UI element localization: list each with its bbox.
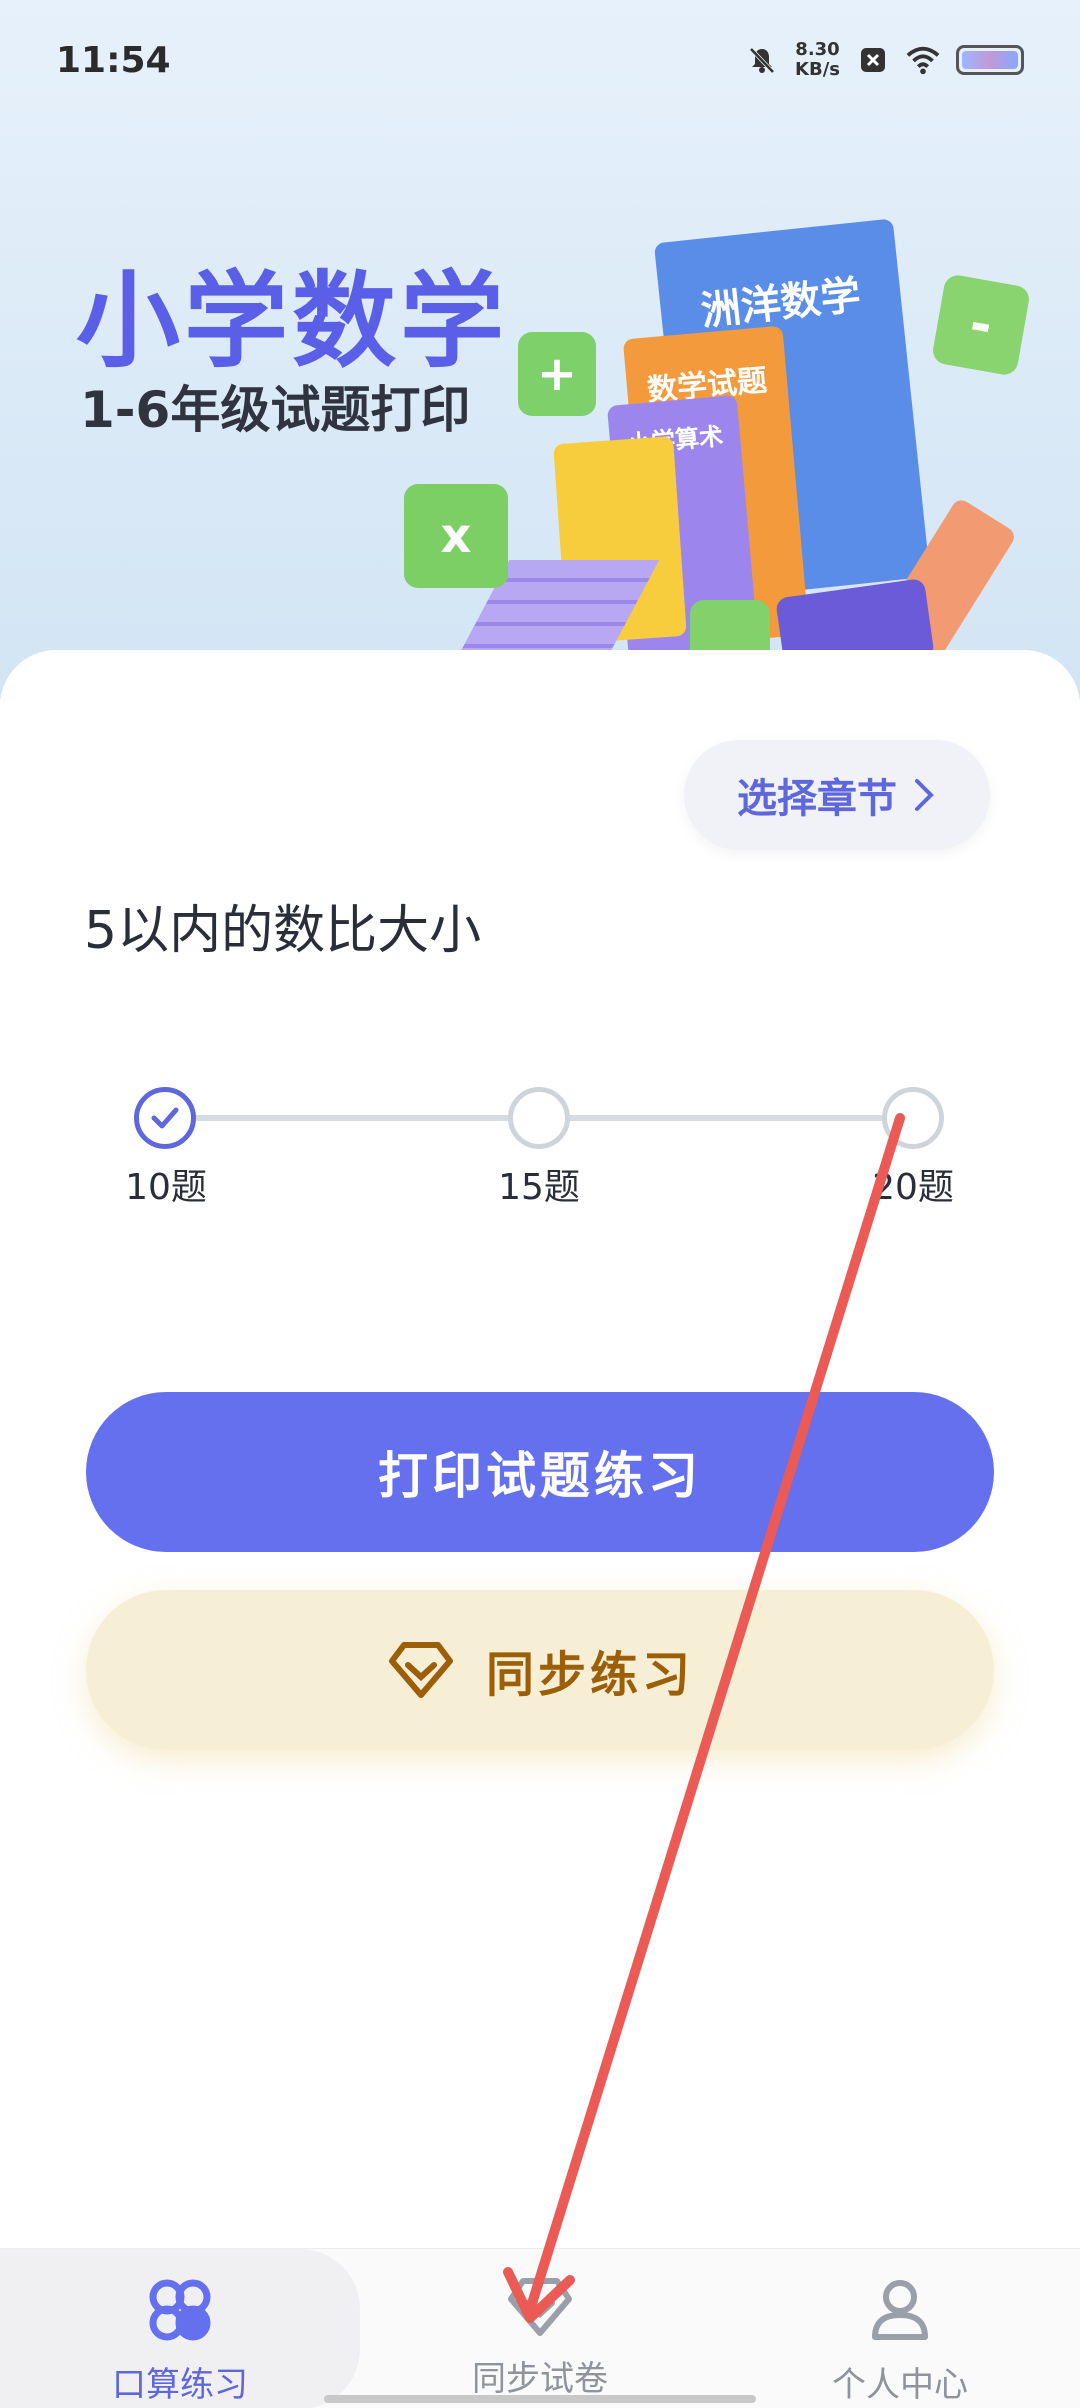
nav-label: 个人中心 <box>832 2365 968 2405</box>
minus-cube: - <box>930 273 1032 377</box>
plus-cube: + <box>518 332 596 416</box>
minus-symbol: - <box>965 293 997 357</box>
option-10-label[interactable]: 10题 <box>86 1158 246 1210</box>
nav-label: 同步试卷 <box>472 2359 608 2399</box>
print-practice-button[interactable]: 打印试题练习 <box>86 1392 994 1552</box>
banner-title: 小学数学 <box>76 260 509 382</box>
net-speed-unit: KB/s <box>795 59 840 80</box>
mute-bell-icon <box>745 43 779 77</box>
nav-item-sync-papers[interactable]: 同步试卷 <box>360 2249 720 2408</box>
option-15-radio[interactable] <box>508 1087 570 1149</box>
sync-practice-button[interactable]: 同步练习 <box>86 1590 994 1750</box>
banner-subtitle: 1-6年级试题打印 <box>80 381 471 439</box>
banner: 11:54 8.30 KB/s 小学数学 1-6年级试题打印 洲洋数学 数学试题 <box>0 0 1080 700</box>
topic-title: 5以内的数比大小 <box>84 901 482 961</box>
option-20-label[interactable]: 20题 <box>833 1158 993 1210</box>
select-chapter-button[interactable]: 选择章节 <box>684 740 990 850</box>
net-speed: 8.30 KB/s <box>795 40 840 80</box>
times-symbol: x <box>440 508 472 564</box>
battery-icon <box>956 45 1024 75</box>
sync-practice-label: 同步练习 <box>485 1647 694 1703</box>
option-15-label[interactable]: 15题 <box>459 1158 619 1210</box>
nav-item-profile[interactable]: 个人中心 <box>720 2249 1080 2408</box>
person-icon <box>872 2280 928 2340</box>
nav-item-oral-practice[interactable]: 口算练习 <box>0 2249 360 2408</box>
diamond-icon <box>388 1642 453 1698</box>
status-bar: 11:54 8.30 KB/s <box>0 0 1080 120</box>
home-indicator <box>324 2395 756 2403</box>
option-20-radio[interactable] <box>882 1087 944 1149</box>
print-practice-label: 打印试题练习 <box>378 1447 702 1505</box>
plus-symbol: + <box>536 346 578 402</box>
times-cube: x <box>404 484 508 588</box>
net-speed-value: 8.30 <box>795 39 840 60</box>
diamond-icon <box>508 2278 572 2336</box>
book-label: 洲洋数学 <box>698 272 863 335</box>
check-icon <box>151 1107 179 1129</box>
option-10-radio[interactable] <box>134 1087 196 1149</box>
bottom-nav: 口算练习 同步试卷 个人中心 <box>0 2248 1080 2408</box>
close-box-icon <box>856 43 890 77</box>
chevron-right-icon <box>915 779 934 811</box>
nav-label: 口算练习 <box>112 2365 248 2405</box>
wifi-icon <box>906 43 940 77</box>
status-icons: 8.30 KB/s <box>745 40 1024 80</box>
grid-flower-icon <box>149 2279 211 2341</box>
select-chapter-label: 选择章节 <box>737 776 897 822</box>
status-time: 11:54 <box>56 40 171 81</box>
